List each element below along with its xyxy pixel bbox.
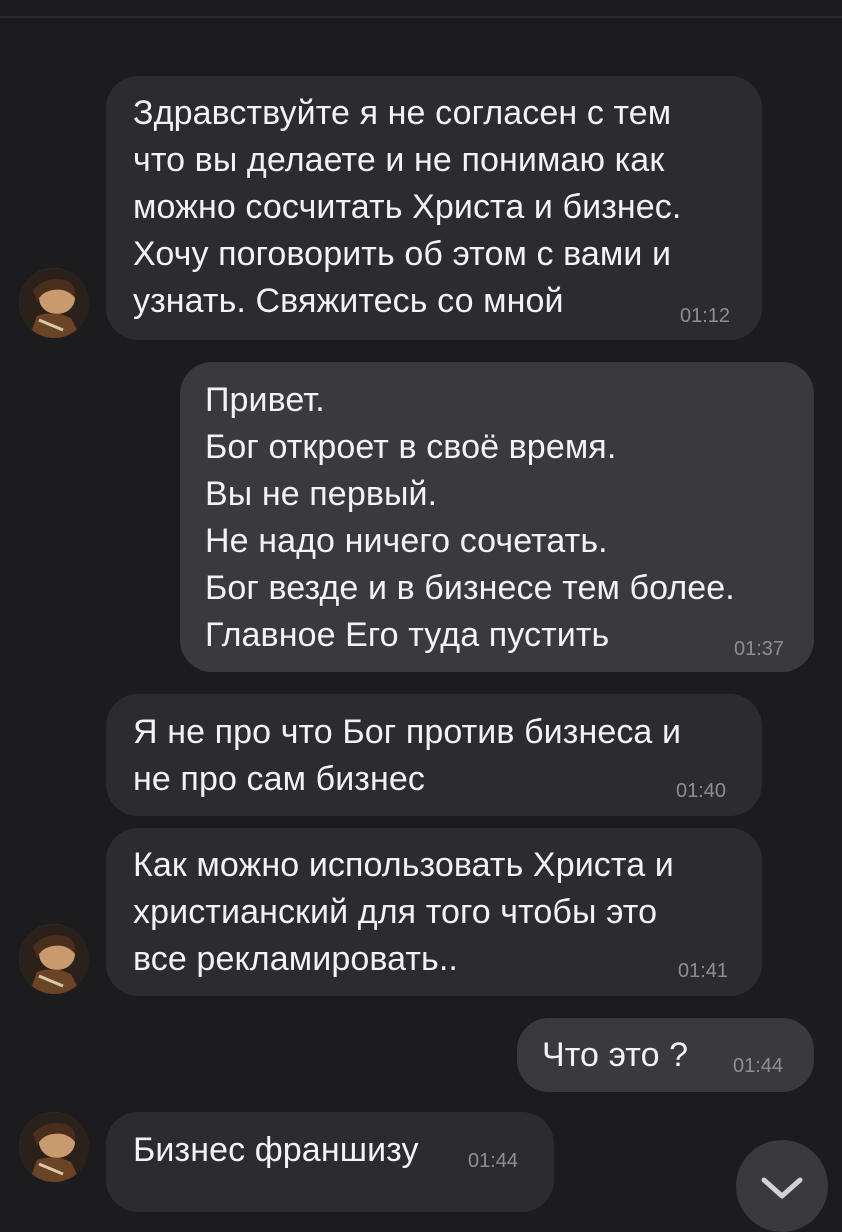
message-line: Как можно использовать Христа и (133, 846, 674, 884)
message-time: 01:44 (468, 1150, 519, 1172)
message-line: не про сам бизнес (133, 760, 425, 798)
message-time: 01:44 (733, 1055, 784, 1077)
chevron-down-icon (761, 1177, 803, 1199)
message-line: все рекламировать.. (133, 940, 458, 978)
message-line: Я не про что Бог против бизнеса и (133, 713, 682, 751)
message-line: Бог откроет в своё время. (205, 428, 617, 466)
message-time: 01:40 (676, 780, 727, 802)
message-line: христианский для того чтобы это (133, 893, 658, 931)
message-line: Бизнес франшизу (133, 1131, 419, 1169)
message-line: Бог везде и в бизнесе тем более. (205, 569, 735, 607)
top-divider (0, 16, 842, 18)
message-line: Главное Его туда пустить (205, 616, 610, 654)
message-line: Что это ? (542, 1036, 689, 1074)
contact-avatar-icon[interactable] (19, 1112, 89, 1182)
message-line: что вы делаете и не понимаю как (133, 141, 665, 179)
message-time: 01:37 (734, 638, 785, 660)
message-line: Привет. (205, 381, 325, 419)
contact-avatar-icon[interactable] (19, 268, 89, 338)
message-time: 01:41 (678, 960, 729, 982)
message-line: Вы не первый. (205, 475, 438, 513)
message-time: 01:12 (680, 305, 731, 327)
message-line: Хочу поговорить об этом с вами и (133, 235, 672, 273)
message-line: можно сосчитать Христа и бизнес. (133, 188, 682, 226)
message-line: узнать. Свяжитесь со мной (133, 282, 564, 320)
message-line: Не надо ничего сочетать. (205, 522, 608, 560)
message-line: Здравствуйте я не согласен с тем (133, 94, 672, 132)
scroll-to-bottom-button[interactable] (736, 1140, 828, 1232)
contact-avatar-icon[interactable] (19, 924, 89, 994)
